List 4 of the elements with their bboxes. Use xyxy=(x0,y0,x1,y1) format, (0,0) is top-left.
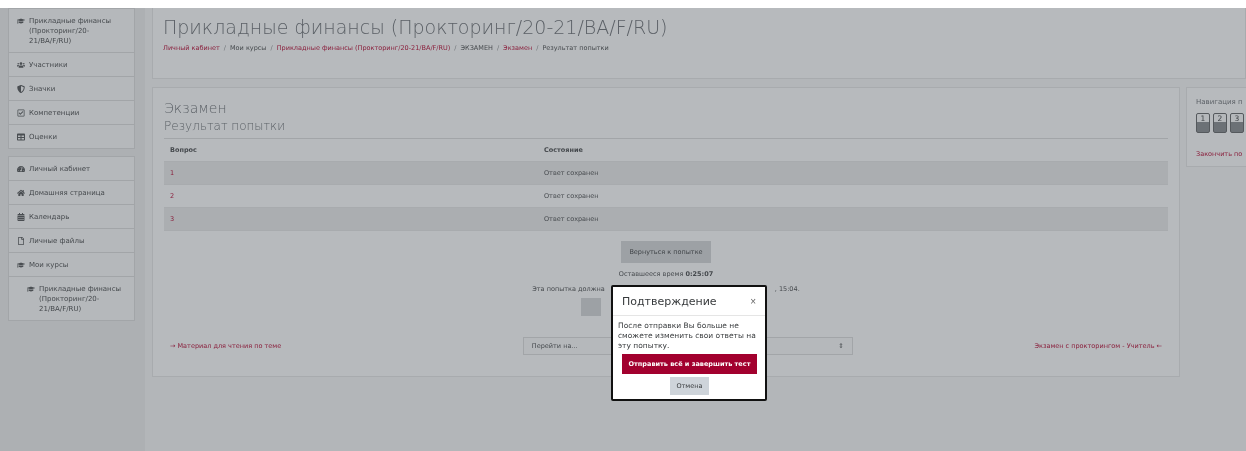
page-title: Прикладные финансы (Прокторинг/20-21/BA/F/RU) xyxy=(163,16,669,38)
section-title: Экзамен xyxy=(164,100,228,116)
dialog-title: Подтверждение xyxy=(622,295,717,308)
section-subtitle: Результат попытки xyxy=(164,119,1168,139)
